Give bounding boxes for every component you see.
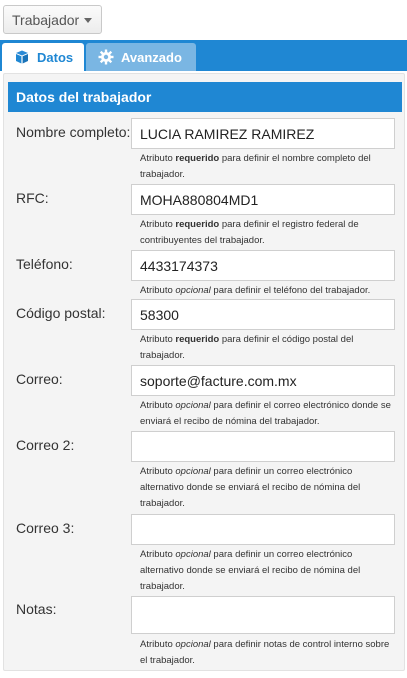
top-toolbar: Trabajador (0, 0, 407, 40)
codigo-postal-input[interactable] (131, 299, 395, 330)
nombre-completo-input[interactable] (131, 118, 395, 149)
tab-datos[interactable]: Datos (2, 43, 84, 71)
hint-correo: Atributo opcional para definir el correo… (140, 400, 391, 427)
tab-label: Avanzado (121, 49, 182, 65)
gear-icon (98, 49, 114, 65)
rfc-input[interactable] (131, 184, 395, 215)
hint-nombre-completo: Atributo requerido para definir el nombr… (140, 153, 371, 180)
hint-rfc: Atributo requerido para definir el regis… (140, 219, 359, 246)
hint-codigo-postal: Atributo requerido para definir el códig… (140, 334, 354, 361)
label-rfc: RFC: (16, 190, 49, 206)
caret-down-icon (84, 18, 92, 23)
tab-label: Datos (37, 49, 74, 65)
tab-bar: Datos Avanzado (0, 40, 407, 71)
label-codigo-postal: Código postal: (16, 305, 106, 321)
label-nombre-completo: Nombre completo: (16, 124, 131, 140)
hint-notas: Atributo opcional para definir notas de … (140, 639, 390, 666)
label-correo-2: Correo 2: (16, 437, 75, 453)
notas-textarea[interactable] (131, 596, 395, 634)
correo-input[interactable] (131, 365, 395, 396)
correo-3-input[interactable] (131, 514, 395, 545)
dropdown-label: Trabajador (12, 11, 80, 28)
correo-2-input[interactable] (131, 431, 395, 462)
label-correo: Correo: (16, 371, 63, 387)
telefono-input[interactable] (131, 250, 395, 281)
panel-title: Datos del trabajador (8, 82, 402, 112)
hint-correo-2: Atributo opcional para definir un correo… (140, 466, 361, 509)
cube-icon (14, 49, 30, 65)
worker-data-panel: Datos del trabajador Nombre completo: At… (3, 73, 405, 671)
hint-correo-3: Atributo opcional para definir un correo… (140, 549, 361, 592)
label-correo-3: Correo 3: (16, 520, 75, 536)
trabajador-dropdown[interactable]: Trabajador (3, 5, 102, 34)
label-notas: Notas: (16, 601, 57, 617)
hint-telefono: Atributo opcional para definir el teléfo… (140, 285, 371, 296)
label-telefono: Teléfono: (16, 256, 73, 272)
tab-avanzado[interactable]: Avanzado (86, 43, 196, 71)
